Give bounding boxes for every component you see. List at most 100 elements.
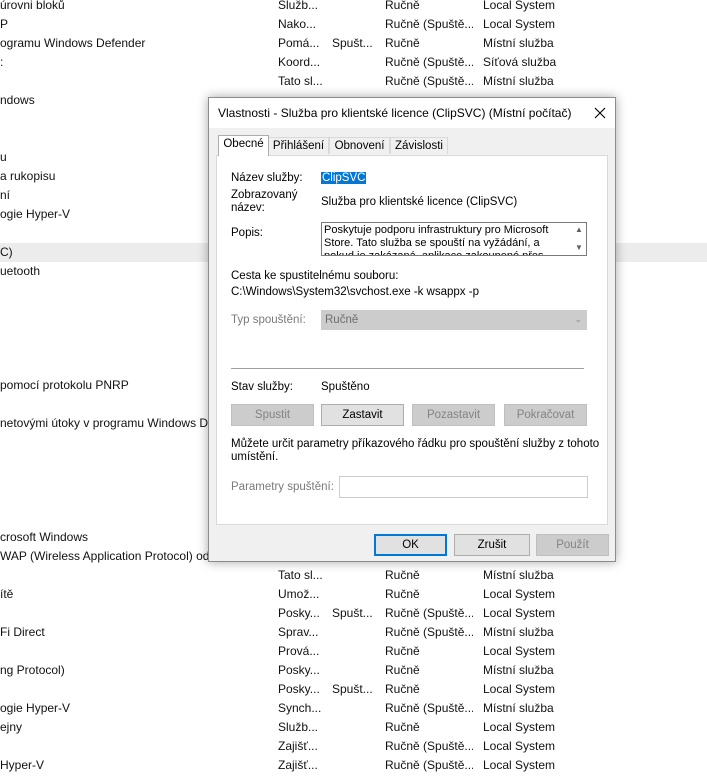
service-name-cell: úrovni bloků	[0, 0, 65, 12]
startup-type-cell: Ručně (Spuště...	[385, 701, 473, 715]
display-name-value: Služba pro klientské licence (ClipSVC)	[321, 196, 518, 208]
logon-cell: Síťová služba	[483, 55, 557, 69]
description-label: Popis:	[231, 227, 263, 239]
table-row[interactable]: : Koord... Ručně (Spuště... Síťová služba	[0, 53, 707, 72]
startup-type-cell: Ručně (Spuště...	[385, 625, 473, 639]
service-name-cell: WAP (Wireless Application Protocol) od	[0, 549, 210, 563]
table-row[interactable]: ejny Služb... Ručně Local System	[0, 718, 707, 737]
stop-button[interactable]: Zastavit	[321, 404, 404, 426]
service-name-cell: pomocí protokolu PNRP	[0, 378, 129, 392]
startup-type-cell: Ručně	[385, 587, 420, 601]
description-cell: Sprav...	[278, 625, 319, 639]
cancel-button[interactable]: Zrušit	[454, 534, 530, 556]
table-row[interactable]: Hyper-V Zajišť... Ručně (Spuště... Local Sy…	[0, 756, 707, 775]
service-name-cell: crosoft Windows	[0, 530, 89, 544]
table-row[interactable]: ogramu Windows Defender Pomá... Spušt... Ru…	[0, 34, 707, 53]
apply-button[interactable]: Použít	[536, 534, 609, 556]
tab-general[interactable]: Obecné	[218, 135, 269, 156]
tab-dependencies[interactable]: Závislosti	[390, 137, 448, 154]
table-row[interactable]: úrovni bloků Služb... Ručně Local System	[0, 0, 707, 15]
description-cell: Zajišť...	[278, 758, 318, 772]
table-row[interactable]: P Nako... Ručně (Spuště... Local System	[0, 15, 707, 34]
description-cell: Posky...	[278, 663, 320, 677]
startup-type-cell: Ručně (Spuště...	[385, 74, 473, 88]
table-row[interactable]: Prová... Ručně Local System	[0, 642, 707, 661]
logon-cell: Místní služba	[483, 663, 554, 677]
logon-cell: Místní služba	[483, 568, 554, 582]
service-name-value[interactable]: ClipSVC	[321, 172, 367, 185]
tab-recovery[interactable]: Obnovení	[329, 137, 390, 154]
service-name-cell: Hyper-V	[0, 758, 45, 772]
logon-cell: Místní služba	[483, 74, 554, 88]
table-row[interactable]: ogie Hyper-V Synch... Ručně (Spuště... Míst…	[0, 699, 707, 718]
table-row[interactable]: Posky... Spušt... Ručně Local System	[0, 680, 707, 699]
table-row[interactable]: Posky... Spušt... Ručně (Spuště... Local Sy…	[0, 604, 707, 623]
service-name-cell: ítě	[0, 587, 14, 601]
startup-type-cell: Ručně (Spuště...	[385, 739, 473, 753]
display-name-label-line1: Zobrazovaný	[231, 189, 298, 201]
logon-cell: Local System	[483, 606, 556, 620]
table-row[interactable]: Tato sl... Ručně Místní služba	[0, 566, 707, 585]
service-name-cell: ogie Hyper-V	[0, 207, 71, 221]
logon-cell: Místní služba	[483, 701, 554, 715]
service-name-cell: :	[0, 55, 4, 69]
startup-type-cell: Ručně	[385, 568, 420, 582]
description-text: Poskytuje podporu infrastruktury pro Mic…	[324, 224, 549, 256]
service-name-cell: netovými útoky v programu Windows Defend…	[0, 416, 214, 430]
description-cell: Pomá...	[278, 36, 320, 50]
logon-cell: Místní služba	[483, 36, 554, 50]
logon-cell: Local System	[483, 17, 556, 31]
logon-cell: Local System	[483, 720, 556, 734]
service-status-label: Stav služby:	[231, 381, 293, 393]
status-cell: Spušt...	[332, 606, 373, 620]
logon-cell: Místní služba	[483, 625, 554, 639]
ok-button[interactable]: OK	[374, 534, 447, 556]
start-params-input[interactable]	[339, 476, 588, 498]
description-cell: Nako...	[278, 17, 317, 31]
dialog-titlebar[interactable]: Vlastnosti - Služba pro klientské licenc…	[209, 98, 615, 128]
scroll-down-icon[interactable]: ▼	[575, 243, 583, 252]
description-cell: Služb...	[278, 0, 319, 12]
table-row[interactable]: ítě Umož... Ručně Local System	[0, 585, 707, 604]
description-cell: Synch...	[278, 701, 322, 715]
startup-type-cell: Ručně	[385, 663, 420, 677]
dialog-title: Vlastnosti - Služba pro klientské licenc…	[218, 106, 572, 120]
service-name-cell: ejny	[0, 720, 23, 734]
startup-type-cell: Ručně (Spuště...	[385, 55, 473, 69]
start-params-label: Parametry spuštění:	[231, 481, 334, 493]
start-button[interactable]: Spustit	[231, 404, 314, 426]
startup-type-cell: Ručně	[385, 720, 420, 734]
startup-type-select[interactable]: Ručně ⌄	[321, 310, 587, 330]
startup-type-cell: Ručně	[385, 0, 420, 12]
service-name-cell: ndows	[0, 93, 35, 107]
tab-logon[interactable]: Přihlášení	[268, 137, 329, 154]
startup-type-cell: Ručně	[385, 644, 420, 658]
resume-button[interactable]: Pokračovat	[504, 404, 587, 426]
description-box[interactable]: Poskytuje podporu infrastruktury pro Mic…	[321, 222, 587, 256]
startup-type-cell: Ručně (Spuště...	[385, 17, 473, 31]
description-cell: Prová...	[278, 644, 320, 658]
description-scrollbar[interactable]: ▲ ▼	[572, 223, 586, 255]
startup-type-cell: Ručně (Spuště...	[385, 758, 473, 772]
logon-cell: Local System	[483, 0, 556, 12]
description-cell: Posky...	[278, 682, 320, 696]
scroll-up-icon[interactable]: ▲	[575, 225, 583, 234]
pause-button[interactable]: Pozastavit	[412, 404, 495, 426]
table-row[interactable]: ng Protocol) Posky... Ručně Místní služba	[0, 661, 707, 680]
service-name-cell: P	[0, 17, 9, 31]
description-cell: Služb...	[278, 720, 319, 734]
description-cell: Zajišť...	[278, 739, 318, 753]
close-button[interactable]	[585, 98, 615, 128]
params-hint-line2: umístění.	[231, 451, 279, 463]
table-row[interactable]: Tato sl... Ručně (Spuště... Místní služba	[0, 72, 707, 91]
description-cell: Tato sl...	[278, 74, 323, 88]
properties-dialog: Vlastnosti - Služba pro klientské licenc…	[208, 97, 616, 562]
logon-cell: Local System	[483, 739, 556, 753]
general-tab-panel: Název služby: ClipSVC Zobrazovaný název:…	[216, 155, 608, 525]
table-row[interactable]: Fi Direct Sprav... Ručně (Spuště... Místní …	[0, 623, 707, 642]
startup-type-value: Ručně	[325, 314, 359, 326]
logon-cell: Local System	[483, 587, 556, 601]
params-hint-line1: Můžete určit parametry příkazového řádku…	[231, 438, 600, 450]
startup-type-label: Typ spouštění:	[231, 314, 306, 326]
table-row[interactable]: Zajišť... Ručně (Spuště... Local System	[0, 737, 707, 756]
